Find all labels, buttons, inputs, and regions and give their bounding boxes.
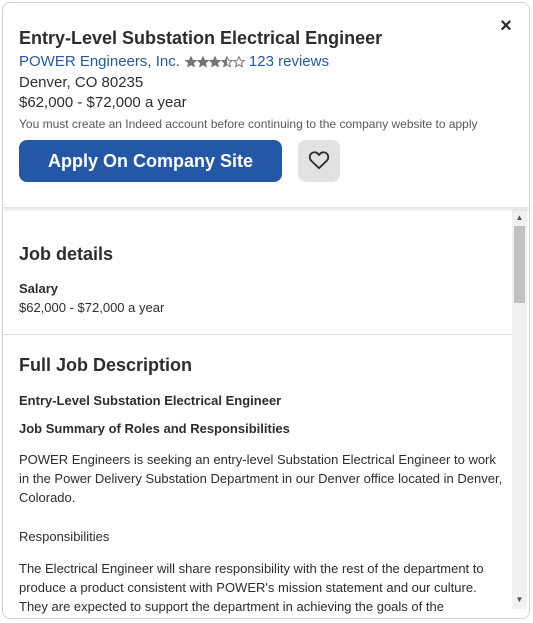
close-icon[interactable]: × [497,16,515,36]
rating-stars [184,55,245,68]
star-icon [196,55,209,68]
star-icon [208,55,221,68]
job-salary: $62,000 - $72,000 a year [19,94,187,111]
job-title: Entry-Level Substation Electrical Engine… [19,28,383,48]
description-paragraph: POWER Engineers is seeking an entry-leve… [19,452,503,505]
scroll-down-arrow-icon[interactable]: ▼ [512,594,527,606]
account-notice: You must create an Indeed account before… [19,117,478,131]
salary-value: $62,000 - $72,000 a year [19,300,165,315]
divider [3,334,512,335]
scrollbar[interactable]: ▲ ▼ [512,209,527,609]
description-subtitle: Entry-Level Substation Electrical Engine… [19,393,282,408]
company-link[interactable]: POWER Engineers, Inc. [19,53,180,70]
scroll-thumb[interactable] [514,226,525,303]
job-header: × Entry-Level Substation Electrical Engi… [3,3,529,208]
star-icon [184,55,197,68]
job-description-scroll-area[interactable]: Job details Salary $62,000 - $72,000 a y… [3,208,514,618]
heart-icon [308,150,330,173]
full-description-heading: Full Job Description [19,355,193,375]
star-icon [232,55,245,68]
reviews-link[interactable]: 123 reviews [249,53,329,70]
apply-button[interactable]: Apply On Company Site [19,140,282,182]
responsibilities-label: Responsibilities [19,529,110,544]
summary-heading: Job Summary of Roles and Responsibilitie… [19,421,290,436]
job-card: × Entry-Level Substation Electrical Engi… [2,2,530,619]
company-row: POWER Engineers, Inc. 123 reviews [19,53,329,70]
job-details-heading: Job details [19,244,114,264]
description-paragraph: The Electrical Engineer will share respo… [19,561,484,614]
scroll-up-arrow-icon[interactable]: ▲ [512,212,527,224]
salary-label: Salary [19,281,59,296]
star-icon [220,55,233,68]
save-job-button[interactable] [298,140,340,182]
job-location: Denver, CO 80235 [19,74,144,91]
